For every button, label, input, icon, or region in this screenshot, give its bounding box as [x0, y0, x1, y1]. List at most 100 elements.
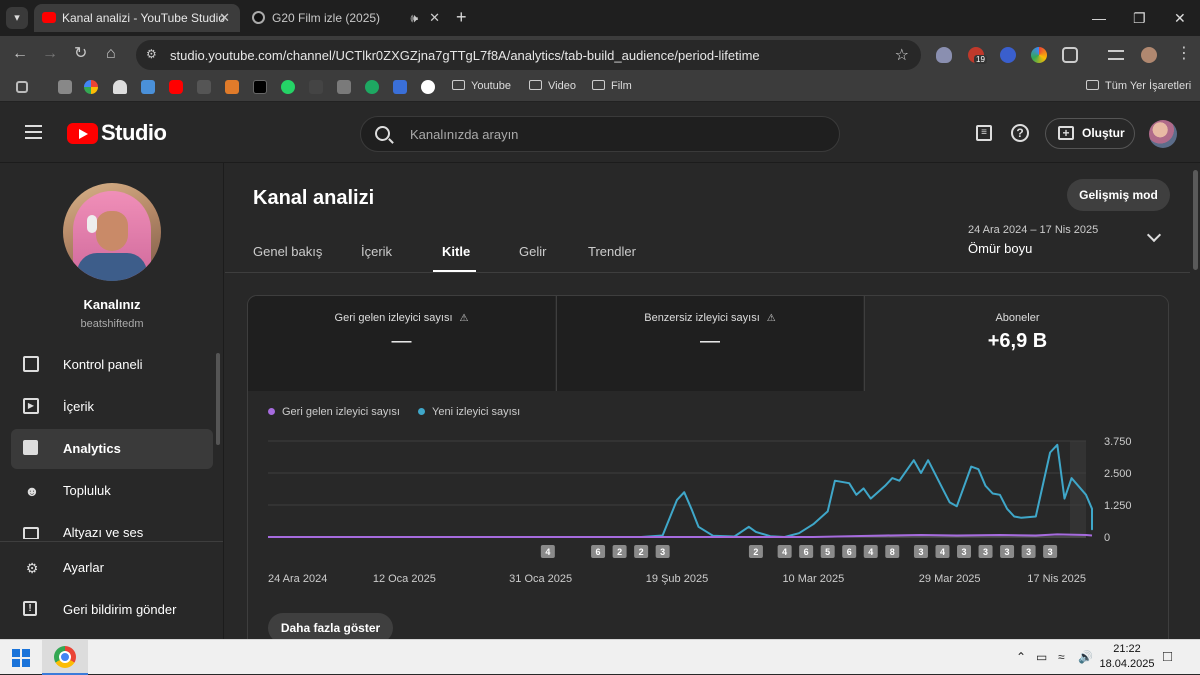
close-tab-icon[interactable]: ✕ [429, 4, 440, 32]
sidebar-item-dashboard[interactable]: Kontrol paneli [11, 345, 213, 385]
browser-menu-icon[interactable]: ⋮ [1176, 45, 1192, 63]
media-controls-icon[interactable] [1108, 50, 1124, 60]
chrome-taskbar-icon[interactable] [42, 640, 88, 675]
analytics-icon [23, 440, 38, 455]
y-tick-label: 3.750 [1104, 436, 1132, 448]
sidebar-item-content[interactable]: ▶ İçerik [11, 387, 213, 427]
battery-icon[interactable]: ▭ [1036, 650, 1047, 664]
sidebar-item-analytics[interactable]: Analytics [11, 429, 213, 469]
sidebar-item-feedback[interactable]: ! Geri bildirim gönder [11, 590, 213, 630]
bookmark-site-icon[interactable] [309, 80, 323, 94]
reload-icon[interactable]: ↻ [74, 45, 87, 63]
sidebar-item-label: İçerik [63, 399, 95, 414]
audio-playing-icon[interactable]: 🕪 [410, 4, 418, 32]
upload-marker-label: 6 [596, 547, 601, 557]
upload-marker-label: 3 [962, 547, 967, 557]
youtube-bookmark-icon[interactable] [169, 80, 183, 94]
bookmark-folder-youtube[interactable]: Youtube [452, 80, 511, 92]
upload-marker-label: 3 [1048, 547, 1053, 557]
wifi-icon[interactable]: ≈ [1058, 650, 1065, 664]
bookmark-site-icon[interactable] [197, 80, 211, 94]
apps-grid-icon[interactable] [16, 81, 28, 93]
home-icon[interactable]: ⌂ [106, 45, 116, 63]
bookmark-site-icon[interactable] [58, 80, 72, 94]
create-button[interactable]: + Oluştur [1045, 118, 1135, 149]
site-info-icon[interactable]: ⚙ [146, 47, 157, 61]
tab-content[interactable]: İçerik [361, 244, 392, 259]
metric-label: Aboneler [995, 312, 1040, 324]
forward-icon[interactable]: → [42, 45, 58, 63]
legend-label: Yeni izleyici sayısı [432, 406, 521, 418]
bookmark-site-icon[interactable] [365, 80, 379, 94]
sidebar-item-settings[interactable]: ⚙ Ayarlar [11, 548, 213, 588]
close-tab-icon[interactable]: ✕ [219, 4, 230, 32]
windows-start-icon[interactable] [12, 649, 30, 667]
hamburger-menu-icon[interactable] [25, 125, 42, 139]
new-tab-icon[interactable]: + [456, 8, 467, 26]
url-text[interactable]: studio.youtube.com/channel/UCTlkr0ZXGZjn… [170, 48, 760, 63]
bookmark-site-icon[interactable] [225, 80, 239, 94]
x-bookmark-icon[interactable] [253, 80, 267, 94]
close-window-icon[interactable]: ✕ [1174, 10, 1186, 26]
sidebar-item-community[interactable]: ☻ Topluluk [11, 471, 213, 511]
tray-expand-icon[interactable]: ⌃ [1016, 650, 1026, 664]
period-label[interactable]: Ömür boyu [968, 241, 1032, 256]
taskbar-time[interactable]: 21:22 [1101, 643, 1153, 655]
bookmark-site-icon[interactable] [141, 80, 155, 94]
taskbar-date[interactable]: 18.04.2025 [1098, 658, 1156, 670]
sidebar-item-subtitles[interactable]: Altyazı ve ses [11, 513, 213, 539]
folder-icon [592, 80, 605, 90]
channel-avatar[interactable] [63, 183, 161, 281]
bookmark-site-icon[interactable] [337, 80, 351, 94]
legend-returning-viewers[interactable]: Geri gelen izleyici sayısı [268, 406, 400, 418]
tab-audience[interactable]: Kitle [442, 244, 470, 259]
extensions-puzzle-icon[interactable] [1062, 47, 1078, 63]
sidebar-scrollbar[interactable] [216, 353, 220, 445]
shield-extension-icon[interactable] [936, 47, 952, 63]
messages-icon[interactable]: ≡ [976, 125, 992, 141]
color-extension-icon[interactable] [1031, 47, 1047, 63]
cursor-extension-icon[interactable] [1000, 47, 1016, 63]
upload-marker-label: 2 [617, 547, 622, 557]
tab-overview[interactable]: Genel bakış [253, 244, 322, 259]
chevron-down-icon[interactable] [1146, 227, 1162, 243]
help-icon[interactable]: ? [1011, 124, 1029, 142]
minimize-icon[interactable]: — [1092, 10, 1106, 26]
advanced-mode-button[interactable]: Gelişmiş mod [1067, 179, 1170, 211]
google-bookmark-icon[interactable] [84, 80, 98, 94]
profile-avatar-icon[interactable] [1141, 47, 1157, 63]
back-icon[interactable]: ← [12, 45, 28, 63]
tab-search-dropdown-icon[interactable]: ▾ [6, 7, 28, 29]
audience-line-chart[interactable]: 3.7502.5001.250024 Ara 2024 12 Oca 2025 31… [248, 426, 1168, 586]
all-bookmarks-folder[interactable]: Tüm Yer İşaretleri [1086, 80, 1191, 92]
bookmark-star-icon[interactable]: ☆ [895, 45, 909, 65]
bookmark-site-icon[interactable] [421, 80, 435, 94]
bookmark-folder-film[interactable]: Film [592, 80, 632, 92]
extension-badge-icon[interactable]: 19 [968, 47, 987, 64]
studio-logo-text[interactable]: Studio [101, 120, 167, 146]
active-tab-underline [433, 270, 476, 272]
browser-tab-inactive[interactable]: G20 Film izle (2025) 🕪 ✕ [244, 4, 450, 32]
youtube-logo-icon[interactable] [67, 123, 98, 144]
volume-icon[interactable]: 🔊 [1078, 650, 1093, 664]
legend-new-viewers[interactable]: Yeni izleyici sayısı [418, 406, 520, 418]
metric-subscribers[interactable]: Aboneler +6,9 B [864, 296, 1168, 391]
address-bar[interactable]: ⚙ studio.youtube.com/channel/UCTlkr0ZXGZ… [136, 40, 921, 70]
tab-revenue[interactable]: Gelir [519, 244, 546, 259]
channel-search-input[interactable]: Kanalınızda arayın [360, 116, 840, 152]
show-more-button[interactable]: Daha fazla göster [268, 613, 393, 639]
browser-tab-active[interactable]: Kanal analizi - YouTube Studio ✕ [34, 4, 240, 32]
account-avatar[interactable] [1149, 120, 1177, 148]
restore-icon[interactable]: ❐ [1133, 10, 1146, 26]
youtube-favicon-icon [42, 12, 56, 23]
notifications-icon[interactable]: □ [1163, 648, 1172, 665]
bookmark-site-icon[interactable] [393, 80, 407, 94]
page-scrollbar[interactable] [1193, 170, 1198, 270]
bookmark-site-icon[interactable] [113, 80, 127, 94]
tab-trends[interactable]: Trendler [588, 244, 636, 259]
whatsapp-bookmark-icon[interactable] [281, 80, 295, 94]
period-date-range[interactable]: 24 Ara 2024 – 17 Nis 2025 [968, 224, 1098, 236]
metric-unique-viewers[interactable]: Benzersiz izleyici sayısı ⚠ — [556, 296, 863, 391]
metric-returning-viewers[interactable]: Geri gelen izleyici sayısı ⚠ — [248, 296, 555, 391]
bookmark-folder-video[interactable]: Video [529, 80, 576, 92]
